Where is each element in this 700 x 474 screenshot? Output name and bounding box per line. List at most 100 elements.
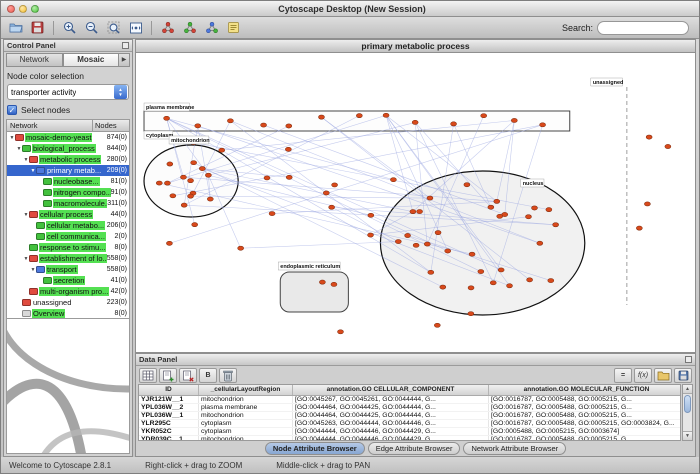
tree-item[interactable]: unassigned223(0) (7, 297, 129, 308)
tree-item[interactable]: ▼primary metab...209(0) (7, 165, 129, 176)
delete-attribute-icon[interactable] (179, 368, 197, 383)
table-row[interactable]: YDR039C__1mitochondrion[GO:0044444, GO:0… (139, 436, 680, 441)
tree-node-count: 2(0) (115, 233, 129, 240)
tree-item[interactable]: ▼transport558(0) (7, 264, 129, 275)
tree-item[interactable]: nucleobase...81(0) (7, 176, 129, 187)
table-cell: mitochondrion (199, 436, 293, 441)
node-color-dropdown-value: transporter activity (11, 88, 76, 97)
import-attributes-icon[interactable] (654, 368, 672, 383)
annotation-icon[interactable] (223, 18, 244, 37)
tree-item[interactable]: secretion41(0) (7, 275, 129, 286)
tree-item[interactable]: cell communica...2(0) (7, 231, 129, 242)
open-session-icon[interactable] (5, 18, 26, 37)
tab-overflow-icon[interactable]: ▶ (119, 53, 130, 67)
scrollbar-thumb[interactable] (684, 395, 691, 413)
zoom-in-icon[interactable] (59, 18, 80, 37)
column-header[interactable]: annotation.GO MOLECULAR_FUNCTION (489, 385, 681, 395)
table-cell: [GO:0016787, GO:0005488, GO:0005215, GO:… (489, 420, 681, 427)
save-session-icon[interactable] (27, 18, 48, 37)
column-header[interactable]: ID (139, 385, 199, 395)
control-panel-tab-mosaic[interactable]: Mosaic (63, 53, 120, 67)
trash-icon[interactable] (219, 368, 237, 383)
table-cell: [GO:0045267, GO:0045261, GO:0044444, G..… (293, 396, 489, 403)
tree-node-count: 206(0) (107, 222, 129, 229)
network-red-icon[interactable] (157, 18, 178, 37)
tab-node-attribute-browser[interactable]: Node Attribute Browser (265, 442, 365, 455)
tree-node-label: transport (46, 265, 78, 274)
tree-item[interactable]: nitrogen compo...91(0) (7, 187, 129, 198)
svg-text:plasma membrane: plasma membrane (146, 105, 194, 111)
column-header[interactable]: _cellularLayoutRegion (199, 385, 293, 395)
tree-node-icon (36, 167, 45, 174)
status-welcome: Welcome to Cytoscape 2.8.1 (9, 461, 111, 470)
tree-node-label: cellular process (39, 210, 93, 219)
select-nodes-checkbox[interactable]: ✓ (7, 105, 17, 115)
tree-item[interactable]: ▼establishment of lo...558(0) (7, 253, 129, 264)
tree-node-count: 41(0) (111, 277, 129, 284)
tree-node-icon (15, 134, 24, 141)
tree-item[interactable]: multi-organism pro...42(0) (7, 286, 129, 297)
select-attributes-icon[interactable] (139, 368, 157, 383)
tree-node-icon (29, 288, 38, 295)
search-label: Search: (562, 23, 593, 33)
save-attributes-icon[interactable] (674, 368, 692, 383)
tree-node-icon (29, 244, 38, 251)
tree-item[interactable]: macromolecule...311(0) (7, 198, 129, 209)
table-cell: [GO:0016787, GO:0005488, GO:0005215, G..… (489, 396, 681, 403)
table-cell: [GO:0045263, GO:0044444, GO:0044446, G..… (293, 420, 489, 427)
table-row[interactable]: YLR295Ccytoplasm[GO:0045263, GO:0044444,… (139, 420, 680, 428)
tree-item[interactable]: ▼biological_process844(0) (7, 143, 129, 154)
network-column-header[interactable]: Network (7, 120, 93, 131)
svg-text:mitochondrion: mitochondrion (171, 138, 210, 144)
tree-item[interactable]: response to stimu...8(0) (7, 242, 129, 253)
network-view-title[interactable]: primary metabolic process (136, 40, 695, 53)
table-row[interactable]: YKR052Ccytoplasm[GO:0044444, GO:0044446,… (139, 428, 680, 436)
tree-item[interactable]: Overview8(0) (7, 308, 129, 319)
tab-edge-attribute-browser[interactable]: Edge Attribute Browser (368, 442, 461, 455)
table-scrollbar[interactable]: ▲ ▼ (682, 384, 693, 441)
column-header[interactable]: annotation.GO CELLULAR_COMPONENT (293, 385, 489, 395)
table-row[interactable]: YPL036W__1mitochondrion[GO:0044464, GO:0… (139, 412, 680, 420)
search-input[interactable] (597, 21, 689, 35)
network-overview-thumbnail[interactable] (6, 319, 130, 454)
tree-item[interactable]: ▼mosaic-demo-yeast874(0) (7, 132, 129, 143)
tree-node-icon (29, 211, 38, 218)
node-color-dropdown[interactable]: transporter activity ▲▼ (7, 84, 129, 100)
network-canvas[interactable]: plasma membranecytoplasmmitochondrionnuc… (136, 53, 695, 352)
zoom-window-icon[interactable] (31, 5, 39, 13)
tree-item[interactable]: ▼cellular process44(0) (7, 209, 129, 220)
tree-item[interactable]: cellular metabo...206(0) (7, 220, 129, 231)
tree-node-label: cellular metabo... (46, 221, 105, 230)
control-panel-tab-network[interactable]: Network (6, 53, 63, 67)
zoom-selected-icon[interactable] (103, 18, 124, 37)
table-row[interactable]: YJR121W__1mitochondrion[GO:0045267, GO:0… (139, 396, 680, 404)
zoom-fit-icon[interactable] (125, 18, 146, 37)
tree-node-label: establishment of lo... (39, 254, 107, 263)
scroll-down-icon[interactable]: ▼ (683, 431, 692, 440)
control-panel: Control Panel NetworkMosaic ▶ Node color… (3, 39, 133, 457)
tree-node-icon (43, 178, 52, 185)
tree-node-icon (43, 200, 52, 207)
table-row[interactable]: YPL036W__2plasma membrane[GO:0044464, GO… (139, 404, 680, 412)
table-cell: [GO:0016787, GO:0005488, GO:0005215, G..… (489, 412, 681, 419)
network-blue-icon[interactable] (201, 18, 222, 37)
float-panel-icon[interactable] (122, 42, 129, 49)
node-color-section: Node color selection transporter activit… (4, 67, 132, 119)
tree-node-icon (22, 310, 31, 317)
equation-icon[interactable]: = (614, 368, 632, 383)
tree-node-label: nucleobase... (53, 177, 100, 186)
tree-item[interactable]: ▼metabolic process280(0) (7, 154, 129, 165)
network-green-icon[interactable] (179, 18, 200, 37)
tab-network-attribute-browser[interactable]: Network Attribute Browser (463, 442, 566, 455)
minimize-window-icon[interactable] (19, 5, 27, 13)
tree-node-label: biological_process (32, 144, 96, 153)
zoom-out-icon[interactable] (81, 18, 102, 37)
scroll-up-icon[interactable]: ▲ (683, 385, 692, 394)
new-attribute-icon[interactable] (159, 368, 177, 383)
close-window-icon[interactable] (7, 5, 15, 13)
function-builder-icon[interactable]: f(x) (634, 368, 652, 383)
float-panel-icon[interactable] (685, 356, 692, 363)
nodes-column-header[interactable]: Nodes (93, 120, 129, 131)
rename-attribute-icon[interactable]: B (199, 368, 217, 383)
tree-node-count: 558(0) (107, 266, 129, 273)
